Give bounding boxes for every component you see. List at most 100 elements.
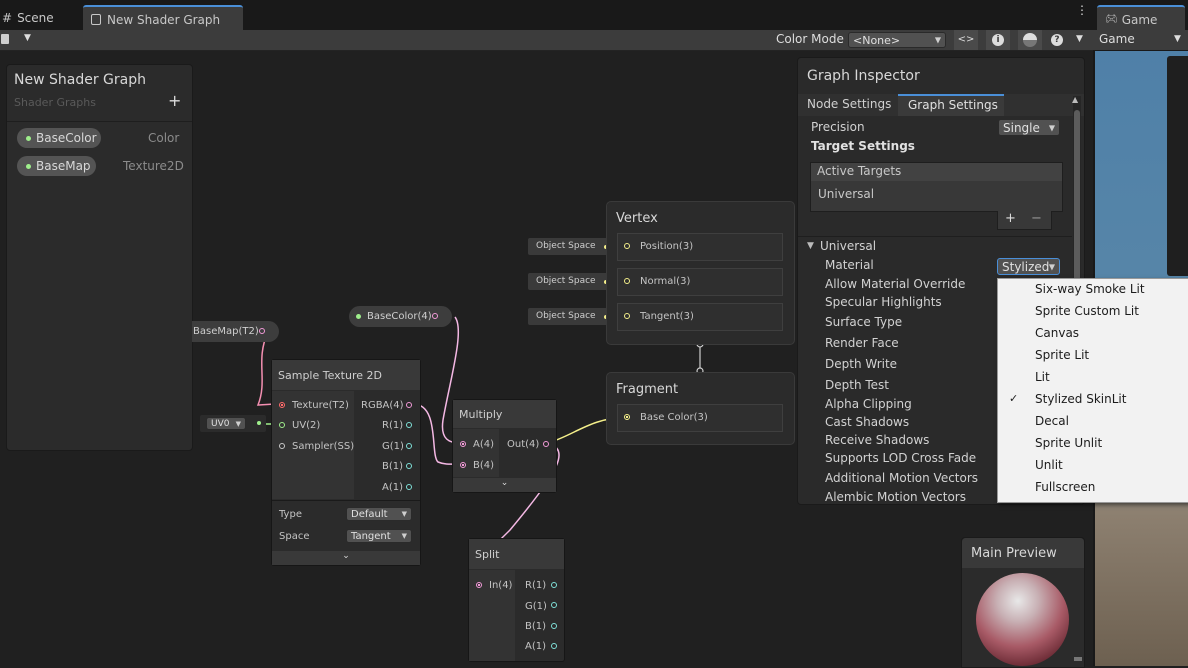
menu-item-sprite-unlit[interactable]: Sprite Unlit: [1035, 436, 1102, 450]
basemap-node-label: BaseMap(T2): [193, 326, 259, 337]
base-color-slot[interactable]: Base Color(3): [617, 404, 783, 432]
add-property-icon[interactable]: +: [168, 91, 181, 110]
active-targets-label: Active Targets: [817, 164, 902, 178]
g-output-label: G(1): [525, 601, 547, 612]
texture-input-label: Texture(T2): [292, 400, 349, 411]
tab-node-settings[interactable]: Node Settings: [807, 97, 891, 111]
remove-target-icon[interactable]: −: [1031, 211, 1042, 226]
property-basecolor[interactable]: BaseColor: [17, 128, 101, 148]
g-output-port[interactable]: [406, 443, 412, 449]
material-dropdown[interactable]: Stylized ▼: [997, 258, 1060, 275]
a-output-port[interactable]: [551, 643, 557, 649]
alembic-motion-vectors-label: Alembic Motion Vectors: [825, 490, 966, 504]
universal-target-item[interactable]: Universal: [818, 187, 874, 201]
menu-item-unlit[interactable]: Unlit: [1035, 458, 1063, 472]
menu-item-canvas[interactable]: Canvas: [1035, 326, 1079, 340]
base-color-label: Base Color(3): [640, 412, 708, 423]
basemap-property-node[interactable]: BaseMap(T2): [192, 321, 279, 342]
texture-input-port[interactable]: [279, 402, 285, 408]
fragment-context[interactable]: Fragment Base Color(3): [606, 372, 795, 445]
r-output-port[interactable]: [406, 422, 412, 428]
preview-sphere[interactable]: [976, 573, 1069, 666]
g-output-port[interactable]: [551, 602, 557, 608]
property-type: Color: [148, 131, 180, 145]
blackboard: New Shader Graph Shader Graphs + BaseCol…: [6, 64, 193, 451]
sample-texture-header: Sample Texture 2D: [272, 360, 420, 390]
base-color-port[interactable]: [624, 414, 630, 420]
split-title: Split: [475, 547, 500, 561]
uv-input-port[interactable]: [279, 422, 285, 428]
r-output-label: R(1): [382, 420, 404, 431]
b-output-port[interactable]: [406, 463, 412, 469]
basemap-output-port[interactable]: [259, 328, 265, 334]
resize-handle-icon[interactable]: [1074, 657, 1082, 661]
normal-slot[interactable]: Normal(3): [617, 268, 783, 296]
menu-item-decal[interactable]: Decal: [1035, 414, 1069, 428]
sample-texture-2d-node[interactable]: Sample Texture 2D Texture(T2) UV(2) Samp…: [271, 359, 421, 566]
property-dot-icon: [26, 135, 31, 141]
game-view-dropdown[interactable]: Game: [1099, 32, 1135, 46]
basecolor-output-port[interactable]: [432, 313, 438, 319]
chevron-down-icon: ▼: [401, 532, 407, 540]
menu-item-fullscreen[interactable]: Fullscreen: [1035, 480, 1095, 494]
basecolor-property-node[interactable]: BaseColor(4): [349, 306, 452, 327]
position-slot[interactable]: Position(3): [617, 233, 783, 261]
collapse-chevron-icon[interactable]: ⌄: [453, 478, 556, 492]
r-output-port[interactable]: [551, 582, 557, 588]
uv-dropdown[interactable]: UV0 ▼: [206, 417, 246, 430]
b-output-port[interactable]: [551, 623, 557, 629]
tab-game-label: Game: [1121, 12, 1158, 27]
a-input-port[interactable]: [460, 441, 466, 447]
sampler-input-port[interactable]: [279, 443, 285, 449]
precision-dropdown[interactable]: Single ▼: [998, 119, 1060, 136]
menu-item-sprite-lit[interactable]: Sprite Lit: [1035, 348, 1089, 362]
out-output-port[interactable]: [543, 441, 549, 447]
scroll-up-icon[interactable]: ▲: [1072, 95, 1078, 104]
vertex-context[interactable]: Vertex Position(3) Normal(3) Tangent(3): [606, 201, 795, 345]
tangent-port[interactable]: [624, 313, 630, 319]
depth-test-label: Depth Test: [825, 378, 889, 392]
supports-lod-cross-fade-label: Supports LOD Cross Fade: [825, 451, 977, 465]
property-basemap[interactable]: BaseMap: [17, 156, 96, 176]
blackboard-title: New Shader Graph: [14, 72, 146, 88]
collapse-chevron-icon[interactable]: ⌄: [272, 551, 420, 565]
tangent-slot[interactable]: Tangent(3): [617, 303, 783, 331]
menu-item-stylized-skinlit[interactable]: Stylized SkinLit: [1035, 392, 1126, 406]
menu-item-sprite-custom-lit[interactable]: Sprite Custom Lit: [1035, 304, 1139, 318]
object-space-label: Object Space: [536, 276, 596, 286]
position-port[interactable]: [624, 243, 630, 249]
precision-value: Single: [1003, 120, 1040, 135]
object-space-normal[interactable]: Object Space: [528, 273, 615, 290]
uv-input-label: UV(2): [292, 420, 321, 431]
normal-port[interactable]: [624, 278, 630, 284]
b-input-label: B(4): [473, 460, 495, 471]
tab-graph-settings[interactable]: Graph Settings: [898, 94, 1004, 116]
split-node[interactable]: Split In(4) R(1) G(1) B(1) A(1): [468, 538, 565, 662]
multiply-node[interactable]: Multiply A(4) B(4) Out(4) ⌄: [452, 399, 557, 493]
menu-item-lit[interactable]: Lit: [1035, 370, 1050, 384]
b-input-port[interactable]: [460, 462, 466, 468]
universal-section-label[interactable]: Universal: [820, 239, 876, 253]
chevron-down-icon[interactable]: ▼: [1174, 34, 1181, 44]
space-dropdown[interactable]: Tangent ▼: [346, 529, 412, 543]
in-input-port[interactable]: [476, 582, 482, 588]
main-preview-title: Main Preview: [971, 546, 1057, 561]
cast-shadows-label: Cast Shadows: [825, 415, 910, 429]
specular-highlights-label: Specular Highlights: [825, 295, 942, 309]
allow-material-override-label: Allow Material Override: [825, 277, 966, 291]
type-dropdown[interactable]: Default ▼: [346, 507, 412, 521]
object-space-tangent[interactable]: Object Space: [528, 308, 615, 325]
add-target-icon[interactable]: +: [1005, 211, 1016, 226]
property-name: BaseMap: [36, 159, 91, 173]
node-divider: [272, 500, 420, 501]
foldout-arrow-icon[interactable]: ▼: [807, 241, 814, 251]
object-space-position[interactable]: Object Space: [528, 238, 615, 255]
tangent-label: Tangent(3): [640, 311, 694, 322]
blackboard-subtitle: Shader Graphs: [14, 96, 96, 109]
uv-input-node: UV0 ▼: [200, 415, 266, 432]
rgba-output-port[interactable]: [406, 402, 412, 408]
b-output-label: B(1): [525, 621, 547, 632]
tab-game[interactable]: 🎮︎ Game: [1097, 5, 1185, 32]
menu-item-six-way-smoke-lit[interactable]: Six-way Smoke Lit: [1035, 282, 1145, 296]
a-output-port[interactable]: [406, 484, 412, 490]
